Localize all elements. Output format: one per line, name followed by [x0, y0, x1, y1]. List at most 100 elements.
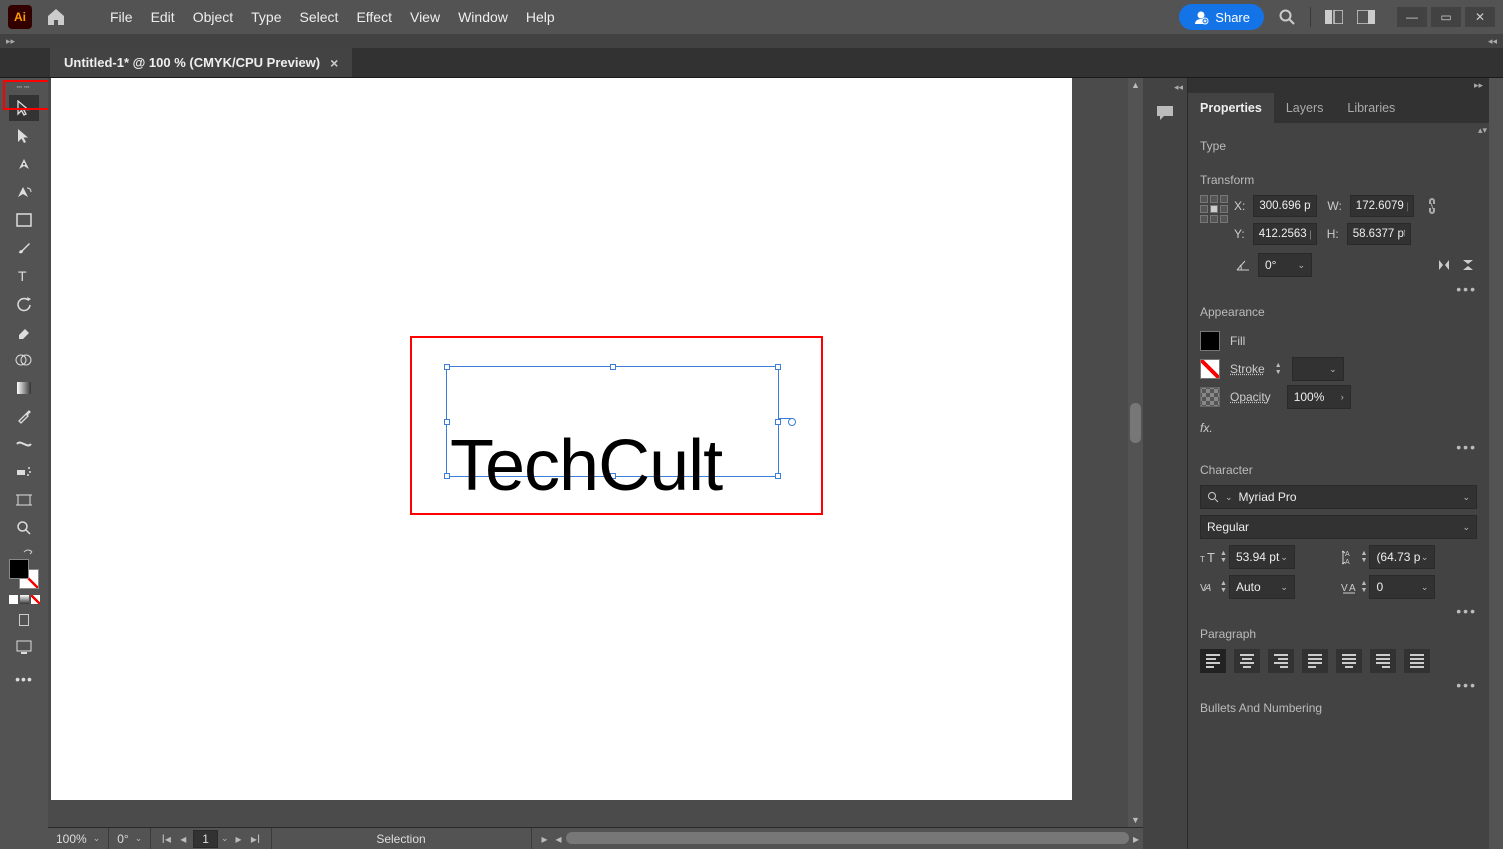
- direct-selection-tool[interactable]: [9, 123, 39, 149]
- flip-v-icon[interactable]: [1459, 256, 1477, 274]
- gradient-tool[interactable]: [9, 375, 39, 401]
- eraser-tool[interactable]: [9, 319, 39, 345]
- menu-view[interactable]: View: [410, 9, 440, 25]
- scroll-v-thumb[interactable]: [1130, 403, 1141, 443]
- share-button[interactable]: Share: [1179, 4, 1264, 30]
- zoom-field[interactable]: 100% ⌄: [48, 828, 109, 849]
- handle-se[interactable]: [775, 473, 781, 479]
- artboard-number[interactable]: 1: [193, 830, 218, 848]
- leading-stepper[interactable]: ▲▼: [1361, 550, 1368, 564]
- handle-nw[interactable]: [444, 364, 450, 370]
- reference-point-icon[interactable]: [1200, 195, 1228, 223]
- handle-e[interactable]: [775, 419, 781, 425]
- maximize-button[interactable]: ▭: [1431, 7, 1461, 27]
- align-center-button[interactable]: [1234, 649, 1260, 673]
- type-tool[interactable]: T: [9, 263, 39, 289]
- draw-normal[interactable]: [19, 614, 29, 626]
- draw-mode-row[interactable]: [19, 614, 29, 626]
- opacity-label[interactable]: Opacity: [1230, 390, 1271, 404]
- justify-center-button[interactable]: [1336, 649, 1362, 673]
- canvas-text[interactable]: TechCult: [450, 430, 722, 502]
- tab-properties[interactable]: Properties: [1188, 93, 1274, 123]
- menu-window[interactable]: Window: [458, 9, 508, 25]
- selection-tool[interactable]: [9, 95, 39, 121]
- tracking-input[interactable]: 0⌄: [1369, 575, 1435, 599]
- y-input[interactable]: [1253, 223, 1317, 245]
- paintbrush-tool[interactable]: [9, 235, 39, 261]
- leading-input[interactable]: (64.73 p⌄: [1369, 545, 1435, 569]
- flip-h-icon[interactable]: [1435, 256, 1453, 274]
- pen-tool[interactable]: [9, 151, 39, 177]
- fill-stroke-indicator[interactable]: [9, 559, 39, 589]
- tracking-stepper[interactable]: ▲▼: [1361, 580, 1368, 594]
- tab-libraries[interactable]: Libraries: [1335, 93, 1407, 123]
- opacity-input[interactable]: 100%›: [1287, 385, 1351, 409]
- arrange-icon[interactable]: [1325, 10, 1343, 24]
- symbol-sprayer-tool[interactable]: [9, 459, 39, 485]
- font-family-input[interactable]: ⌄Myriad Pro ⌄: [1200, 485, 1477, 509]
- menu-effect[interactable]: Effect: [356, 9, 392, 25]
- expand-left[interactable]: ▸▸: [6, 36, 15, 47]
- scroll-down-icon[interactable]: ▼: [1128, 813, 1143, 827]
- color-mode-row[interactable]: [9, 595, 40, 604]
- justify-all-button[interactable]: [1404, 649, 1430, 673]
- fx-button[interactable]: fx.: [1200, 421, 1477, 435]
- art-area[interactable]: TechCult: [48, 78, 1128, 827]
- transform-more-icon[interactable]: •••: [1200, 281, 1477, 297]
- scroll-right-icon[interactable]: ▸: [1129, 832, 1143, 846]
- zoom-tool[interactable]: [9, 515, 39, 541]
- expand-right[interactable]: ◂◂: [1488, 36, 1497, 47]
- nav-last-icon[interactable]: ▸I: [249, 832, 263, 846]
- status-next-icon[interactable]: ▸: [538, 832, 552, 846]
- artboard-dropdown-icon[interactable]: ⌄: [221, 833, 229, 844]
- mode-none[interactable]: [31, 595, 40, 604]
- h-input[interactable]: [1347, 223, 1411, 245]
- fill-chip[interactable]: [1200, 331, 1220, 351]
- justify-left-button[interactable]: [1302, 649, 1328, 673]
- horizontal-scrollbar[interactable]: [566, 828, 1129, 849]
- mode-color[interactable]: [9, 595, 18, 604]
- curvature-tool[interactable]: [9, 179, 39, 205]
- stroke-weight-input[interactable]: ⌄: [1292, 357, 1344, 381]
- zoom-dropdown-icon[interactable]: ⌄: [93, 833, 101, 844]
- search-icon[interactable]: [1278, 8, 1296, 26]
- stroke-weight-stepper[interactable]: ▲▼: [1275, 362, 1282, 376]
- rotate-dropdown-icon[interactable]: ⌄: [135, 833, 143, 844]
- rotate-field[interactable]: 0° ⌄: [109, 828, 151, 849]
- font-size-stepper[interactable]: ▲▼: [1220, 550, 1227, 564]
- menu-edit[interactable]: Edit: [151, 9, 175, 25]
- comments-icon[interactable]: [1151, 99, 1179, 127]
- panel-collapse-icon[interactable]: ▸▸: [1188, 78, 1489, 93]
- font-size-input[interactable]: 53.94 pt⌄: [1229, 545, 1295, 569]
- tab-layers[interactable]: Layers: [1274, 93, 1336, 123]
- close-button[interactable]: ✕: [1465, 7, 1495, 27]
- nav-first-icon[interactable]: I◂: [159, 832, 173, 846]
- document-tab[interactable]: Untitled-1* @ 100 % (CMYK/CPU Preview) ×: [50, 48, 352, 77]
- nav-prev-icon[interactable]: ◂: [176, 832, 190, 846]
- vertical-scrollbar[interactable]: ▲ ▼: [1128, 78, 1143, 827]
- edit-toolbar-icon[interactable]: •••: [9, 666, 39, 692]
- tab-close-icon[interactable]: ×: [330, 55, 338, 71]
- link-wh-icon[interactable]: [1422, 197, 1440, 215]
- character-more-icon[interactable]: •••: [1200, 603, 1477, 619]
- scroll-h-thumb[interactable]: [566, 832, 1129, 844]
- handle-ne[interactable]: [775, 364, 781, 370]
- align-right-button[interactable]: [1268, 649, 1294, 673]
- status-prev-icon[interactable]: ◂: [552, 832, 566, 846]
- fill-stroke-swap[interactable]: [9, 547, 39, 589]
- screen-mode-icon[interactable]: [9, 634, 39, 660]
- kerning-stepper[interactable]: ▲▼: [1220, 580, 1227, 594]
- menu-type[interactable]: Type: [251, 9, 281, 25]
- rotate-tool[interactable]: [9, 291, 39, 317]
- menu-file[interactable]: File: [110, 9, 133, 25]
- handle-w[interactable]: [444, 419, 450, 425]
- width-tool[interactable]: [9, 431, 39, 457]
- panel-expand-vert-icon[interactable]: ▴▾: [1478, 125, 1487, 136]
- font-style-input[interactable]: Regular⌄: [1200, 515, 1477, 539]
- appearance-more-icon[interactable]: •••: [1200, 439, 1477, 455]
- handle-n[interactable]: [610, 364, 616, 370]
- dock-expand-icon[interactable]: ◂◂: [1143, 82, 1187, 93]
- paragraph-more-icon[interactable]: •••: [1200, 677, 1477, 693]
- menu-object[interactable]: Object: [193, 9, 233, 25]
- artboard-tool[interactable]: [9, 487, 39, 513]
